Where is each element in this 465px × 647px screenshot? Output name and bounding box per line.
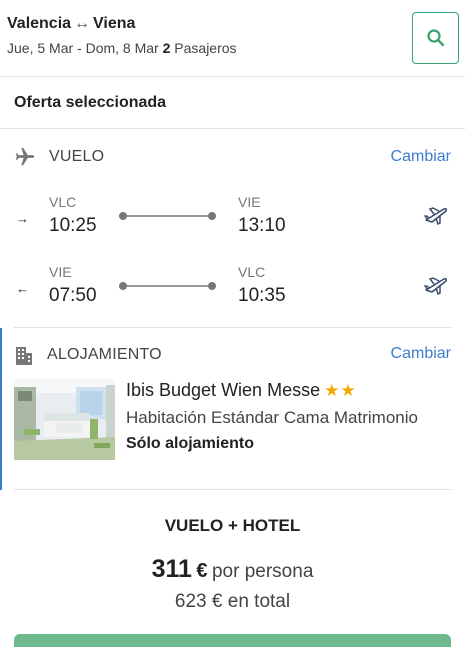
hotel-name[interactable]: Ibis Budget Wien Messe ★★ — [126, 380, 357, 401]
route-start-dot — [119, 282, 127, 290]
price-per-label: por persona — [211, 561, 314, 582]
airline-logo-icon — [423, 277, 448, 296]
price-total: 623 € en total — [174, 591, 291, 612]
airline-logo-icon — [423, 207, 448, 226]
round-trip-icon: ↔ — [74, 15, 91, 32]
arrival-airport: VLC — [238, 264, 266, 280]
arrival-airport: VIE — [238, 194, 261, 210]
star-rating-icon: ★★ — [324, 381, 357, 400]
lodging-section-header: ALOJAMIENTO — [14, 344, 162, 366]
divider — [0, 128, 465, 129]
flight-route-line — [124, 215, 212, 217]
route-end-dot — [208, 212, 216, 220]
board-type: Sólo alojamiento — [126, 435, 255, 452]
hotel-room-image — [14, 379, 115, 460]
passenger-count: 2 — [162, 40, 171, 56]
origin-city: Valencia — [7, 15, 72, 32]
route-title: Valencia ↔ Viena — [7, 15, 135, 33]
departure-time: 07:50 — [49, 285, 97, 306]
offer-title: Oferta seleccionada — [14, 94, 167, 111]
trip-details: Jue, 5 Mar - Dom, 8 Mar 2 Pasajeros — [7, 40, 237, 56]
arrival-time: 10:35 — [238, 285, 286, 306]
package-label: VUELO + HOTEL — [164, 516, 301, 535]
flight-leg-outbound: → VLC 10:25 VIE 13:10 — [0, 194, 465, 254]
trip-dates: Jue, 5 Mar - Dom, 8 Mar — [7, 40, 159, 56]
return-arrow-icon: ← — [16, 281, 29, 296]
book-button[interactable] — [14, 634, 451, 647]
divider — [14, 327, 451, 328]
passenger-label: Pasajeros — [174, 40, 237, 56]
route-end-dot — [208, 282, 216, 290]
hotel-name-text: Ibis Budget Wien Messe — [126, 380, 321, 400]
price-currency: € — [196, 560, 208, 582]
departure-airport: VIE — [49, 264, 72, 280]
arrival-time: 13:10 — [238, 215, 286, 236]
departure-airport: VLC — [49, 194, 77, 210]
destination-city: Viena — [93, 15, 136, 32]
price-amount: 311 — [151, 555, 192, 583]
search-summary-header: Valencia ↔ Viena Jue, 5 Mar - Dom, 8 Mar 2… — [0, 0, 465, 77]
divider — [14, 489, 451, 490]
route-start-dot — [119, 212, 127, 220]
selected-indicator — [0, 328, 2, 490]
hotel-photo[interactable] — [14, 379, 115, 460]
flight-route-line — [124, 285, 212, 287]
flight-leg-return: ← VIE 07:50 VLC 10:35 — [0, 264, 465, 324]
change-lodging-link[interactable]: Cambiar — [391, 345, 451, 363]
departure-time: 10:25 — [49, 215, 97, 236]
flight-section-header: VUELO — [14, 146, 104, 168]
price-per-person: 311 € por persona — [0, 555, 465, 584]
lodging-section-label: ALOJAMIENTO — [47, 346, 162, 363]
outbound-arrow-icon: → — [16, 211, 29, 226]
change-flight-link[interactable]: Cambiar — [391, 148, 451, 166]
search-button[interactable] — [412, 12, 459, 64]
room-type: Habitación Estándar Cama Matrimonio — [126, 408, 418, 427]
airplane-icon — [15, 147, 35, 166]
building-icon — [16, 347, 32, 365]
flight-section-label: VUELO — [49, 148, 105, 165]
search-icon — [426, 29, 444, 47]
